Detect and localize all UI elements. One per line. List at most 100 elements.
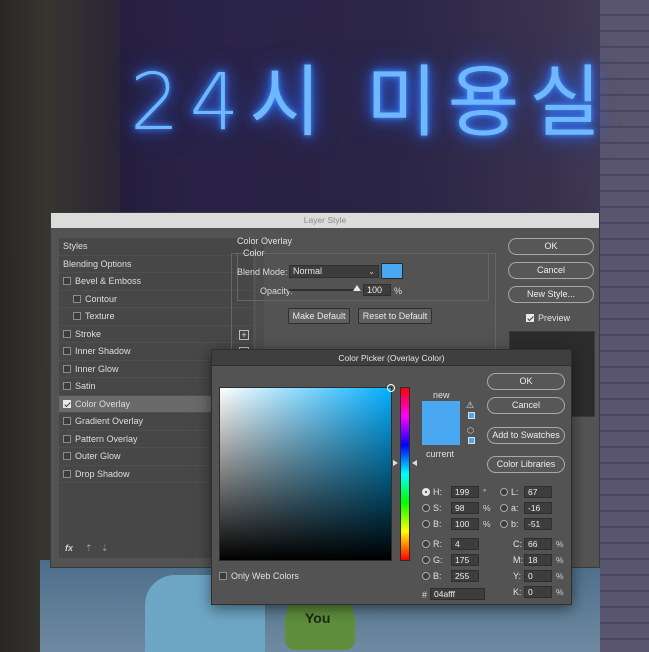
new-style-button[interactable]: New Style... (508, 286, 594, 303)
opacity-slider[interactable] (289, 289, 361, 291)
web-safe-cube-icon[interactable]: ⬡ (467, 426, 474, 435)
sidebar-item-label: Blending Options (63, 258, 132, 269)
preview-checkbox[interactable]: Preview (526, 313, 570, 323)
sidebar-item-label: Inner Shadow (75, 346, 131, 356)
field-radio[interactable] (422, 520, 430, 528)
field-input[interactable]: 175 (451, 554, 479, 566)
field-input[interactable]: 18 (524, 554, 552, 566)
field-input[interactable]: 255 (451, 570, 479, 582)
picker-ok-button[interactable]: OK (487, 373, 565, 390)
sidebar-item-blending-options[interactable]: Blending Options (59, 256, 253, 273)
checkbox-icon[interactable] (63, 469, 71, 478)
checkbox-icon[interactable] (63, 329, 71, 338)
move-up-icon[interactable]: ⇡ (85, 543, 93, 554)
field-label: B: (433, 571, 442, 581)
color-libraries-button[interactable]: Color Libraries (487, 456, 565, 473)
field-input[interactable]: 100 (451, 518, 479, 530)
current-color-swatch[interactable] (422, 423, 460, 445)
picker-cancel-button[interactable]: Cancel (487, 397, 565, 414)
preview-label: Preview (538, 313, 571, 323)
hue-slider[interactable] (400, 387, 410, 561)
gamut-warning-icon[interactable]: ⚠ (466, 400, 474, 411)
field-radio[interactable] (500, 488, 508, 496)
field-input[interactable]: 66 (524, 538, 552, 550)
move-down-icon[interactable]: ⇣ (101, 543, 109, 554)
field-radio[interactable] (422, 556, 430, 564)
sidebar-item-contour[interactable]: Contour (59, 291, 253, 308)
hex-input[interactable]: 04afff (430, 588, 485, 600)
sidebar-item-label: Outer Glow (75, 451, 121, 461)
opacity-label: Opacity: (260, 286, 294, 296)
sidebar-item-label: Gradient Overlay (75, 416, 144, 426)
field-input[interactable]: 0 (524, 586, 552, 598)
field-input[interactable]: 67 (524, 486, 552, 498)
field-radio[interactable] (500, 520, 508, 528)
sidebar-item-label: Color Overlay (75, 398, 131, 409)
checkbox-icon[interactable] (63, 364, 71, 373)
overlay-color-swatch[interactable] (381, 263, 403, 279)
add-to-swatches-button[interactable]: Add to Swatches (487, 427, 565, 444)
checkbox-icon[interactable] (73, 312, 81, 320)
gamut-color-swatch[interactable] (468, 412, 475, 419)
color-picker-dialog: Color Picker (Overlay Color) new current… (211, 349, 572, 605)
field-input[interactable]: -51 (524, 518, 552, 530)
color-picker-title: Color Picker (Overlay Color) (212, 350, 571, 366)
field-label: S: (433, 503, 442, 513)
field-label: b: (511, 519, 519, 529)
checkbox-icon[interactable] (63, 452, 71, 460)
sidebar-item-label: Drop Shadow (75, 468, 130, 479)
field-label: G: (433, 555, 443, 565)
sidebar-item-bevel-emboss[interactable]: Bevel & Emboss (59, 273, 253, 291)
fx-icon[interactable]: fx (65, 543, 73, 553)
field-unit: % (556, 539, 564, 549)
new-color-swatch (422, 401, 460, 423)
hue-slider-right-arrow[interactable] (412, 460, 417, 466)
blend-mode-select[interactable]: Normal ⌄ (289, 265, 379, 278)
preview-check-icon (526, 314, 534, 322)
saturation-brightness-field[interactable] (219, 384, 395, 561)
checkbox-icon[interactable] (63, 434, 71, 443)
blend-mode-label: Blend Mode: (237, 267, 288, 277)
only-web-colors-label: Only Web Colors (231, 571, 299, 581)
checkbox-icon[interactable] (73, 294, 81, 303)
field-unit: % (556, 571, 564, 581)
sidebar-item-texture[interactable]: Texture (59, 308, 253, 326)
reset-default-button[interactable]: Reset to Default (358, 308, 432, 324)
sidebar-item-label: Contour (85, 293, 118, 304)
checkbox-icon[interactable] (63, 382, 71, 390)
sidebar-item-stroke[interactable]: Stroke + (59, 326, 253, 343)
opacity-slider-thumb[interactable] (353, 285, 361, 291)
checkbox-icon[interactable] (63, 277, 71, 285)
opacity-input[interactable]: 100 (363, 284, 391, 296)
heart-sign-text: You (305, 610, 331, 626)
ok-button[interactable]: OK (508, 238, 594, 255)
field-label: Y: (513, 571, 522, 581)
field-input[interactable]: 0 (524, 570, 552, 582)
checkbox-icon[interactable] (63, 399, 71, 408)
field-input[interactable]: 98 (451, 502, 479, 514)
color-picker-ring[interactable] (387, 384, 395, 392)
sidebar-item-styles[interactable]: Styles (59, 238, 253, 256)
field-input[interactable]: 4 (451, 538, 479, 550)
checkbox-icon[interactable] (63, 417, 71, 425)
only-web-colors-check-icon (219, 572, 227, 580)
hue-slider-left-arrow[interactable] (393, 460, 398, 466)
cancel-button[interactable]: Cancel (508, 262, 594, 279)
field-radio[interactable] (422, 540, 430, 548)
field-radio[interactable] (422, 488, 430, 496)
blend-mode-value: Normal (293, 266, 323, 276)
field-input[interactable]: 199 (451, 486, 479, 498)
make-default-button[interactable]: Make Default (288, 308, 350, 324)
field-radio[interactable] (500, 504, 508, 512)
web-safe-color-swatch[interactable] (468, 437, 475, 444)
checkbox-icon[interactable] (63, 347, 71, 355)
only-web-colors-checkbox[interactable]: Only Web Colors (219, 571, 299, 581)
field-radio[interactable] (422, 504, 430, 512)
sidebar-item-label: Satin (75, 381, 96, 391)
current-color-label: current (426, 449, 455, 459)
field-label: a: (511, 503, 519, 513)
sidebar-item-label: Stroke (75, 328, 102, 339)
field-radio[interactable] (422, 572, 430, 580)
sidebar-item-label: Pattern Overlay (75, 433, 138, 444)
field-input[interactable]: -16 (524, 502, 552, 514)
